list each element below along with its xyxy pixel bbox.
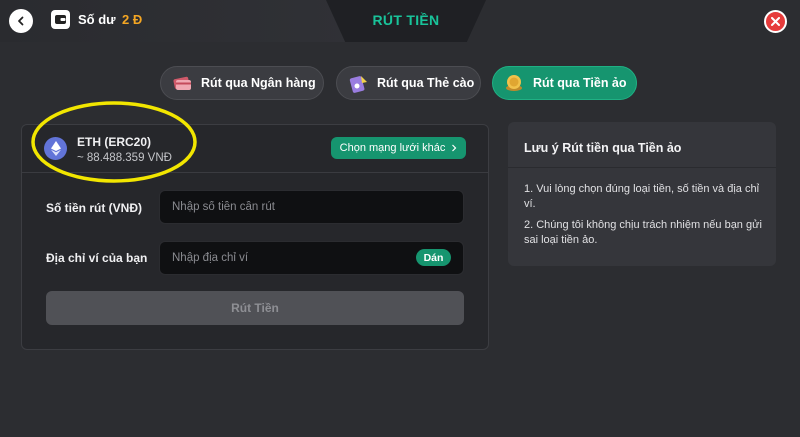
withdraw-submit-button[interactable]: Rút Tiền bbox=[46, 291, 464, 325]
amount-input[interactable] bbox=[159, 190, 464, 224]
tab-label: Rút qua Thẻ cào bbox=[377, 76, 475, 90]
change-network-label: Chọn mạng lưới khác bbox=[339, 142, 446, 154]
balance-value: 2 Đ bbox=[122, 12, 143, 27]
amount-label: Số tiền rút (VNĐ) bbox=[46, 201, 142, 215]
note-item: 2. Chúng tôi không chịu trách nhiệm nếu … bbox=[524, 219, 762, 246]
paste-button[interactable]: Dán bbox=[416, 249, 451, 266]
withdraw-form-panel: ETH (ERC20) ~ 88.488.359 VNĐ Chọn mạng l… bbox=[21, 124, 489, 350]
address-label: Địa chỉ ví của bạn bbox=[46, 251, 148, 265]
top-bar: RÚT TIỀN Số dư 2 Đ bbox=[0, 0, 800, 42]
crypto-coin-icon bbox=[503, 72, 525, 94]
note-divider bbox=[508, 167, 776, 168]
bank-card-icon bbox=[171, 72, 193, 94]
coin-name: ETH (ERC20) bbox=[77, 135, 152, 149]
note-item: 1. Vui lòng chọn đúng loại tiền, số tiền… bbox=[524, 183, 760, 210]
tab-bank-withdraw[interactable]: Rút qua Ngân hàng bbox=[160, 66, 324, 100]
page-title: RÚT TIỀN bbox=[372, 12, 440, 28]
close-button[interactable] bbox=[764, 10, 787, 33]
tab-crypto-withdraw[interactable]: Rút qua Tiền ảo bbox=[492, 66, 637, 100]
chevron-right-icon bbox=[452, 144, 457, 152]
coin-rate: ~ 88.488.359 VNĐ bbox=[77, 152, 172, 164]
scratch-card-icon bbox=[347, 72, 369, 94]
change-network-button[interactable]: Chọn mạng lưới khác bbox=[331, 137, 466, 159]
coin-row: ETH (ERC20) ~ 88.488.359 VNĐ Chọn mạng l… bbox=[22, 125, 488, 173]
note-title: Lưu ý Rút tiền qua Tiền ảo bbox=[524, 141, 682, 155]
close-icon bbox=[771, 17, 780, 26]
balance-label: Số dư bbox=[78, 12, 116, 27]
wallet-icon bbox=[51, 10, 70, 29]
tab-label: Rút qua Tiền ảo bbox=[533, 76, 627, 90]
chevron-left-icon bbox=[18, 16, 24, 26]
ethereum-icon bbox=[44, 137, 67, 160]
tab-scratch-card-withdraw[interactable]: Rút qua Thẻ cào bbox=[336, 66, 481, 100]
note-panel: Lưu ý Rút tiền qua Tiền ảo 1. Vui lòng c… bbox=[508, 122, 776, 266]
back-button[interactable] bbox=[9, 9, 33, 33]
tab-label: Rút qua Ngân hàng bbox=[201, 76, 316, 90]
